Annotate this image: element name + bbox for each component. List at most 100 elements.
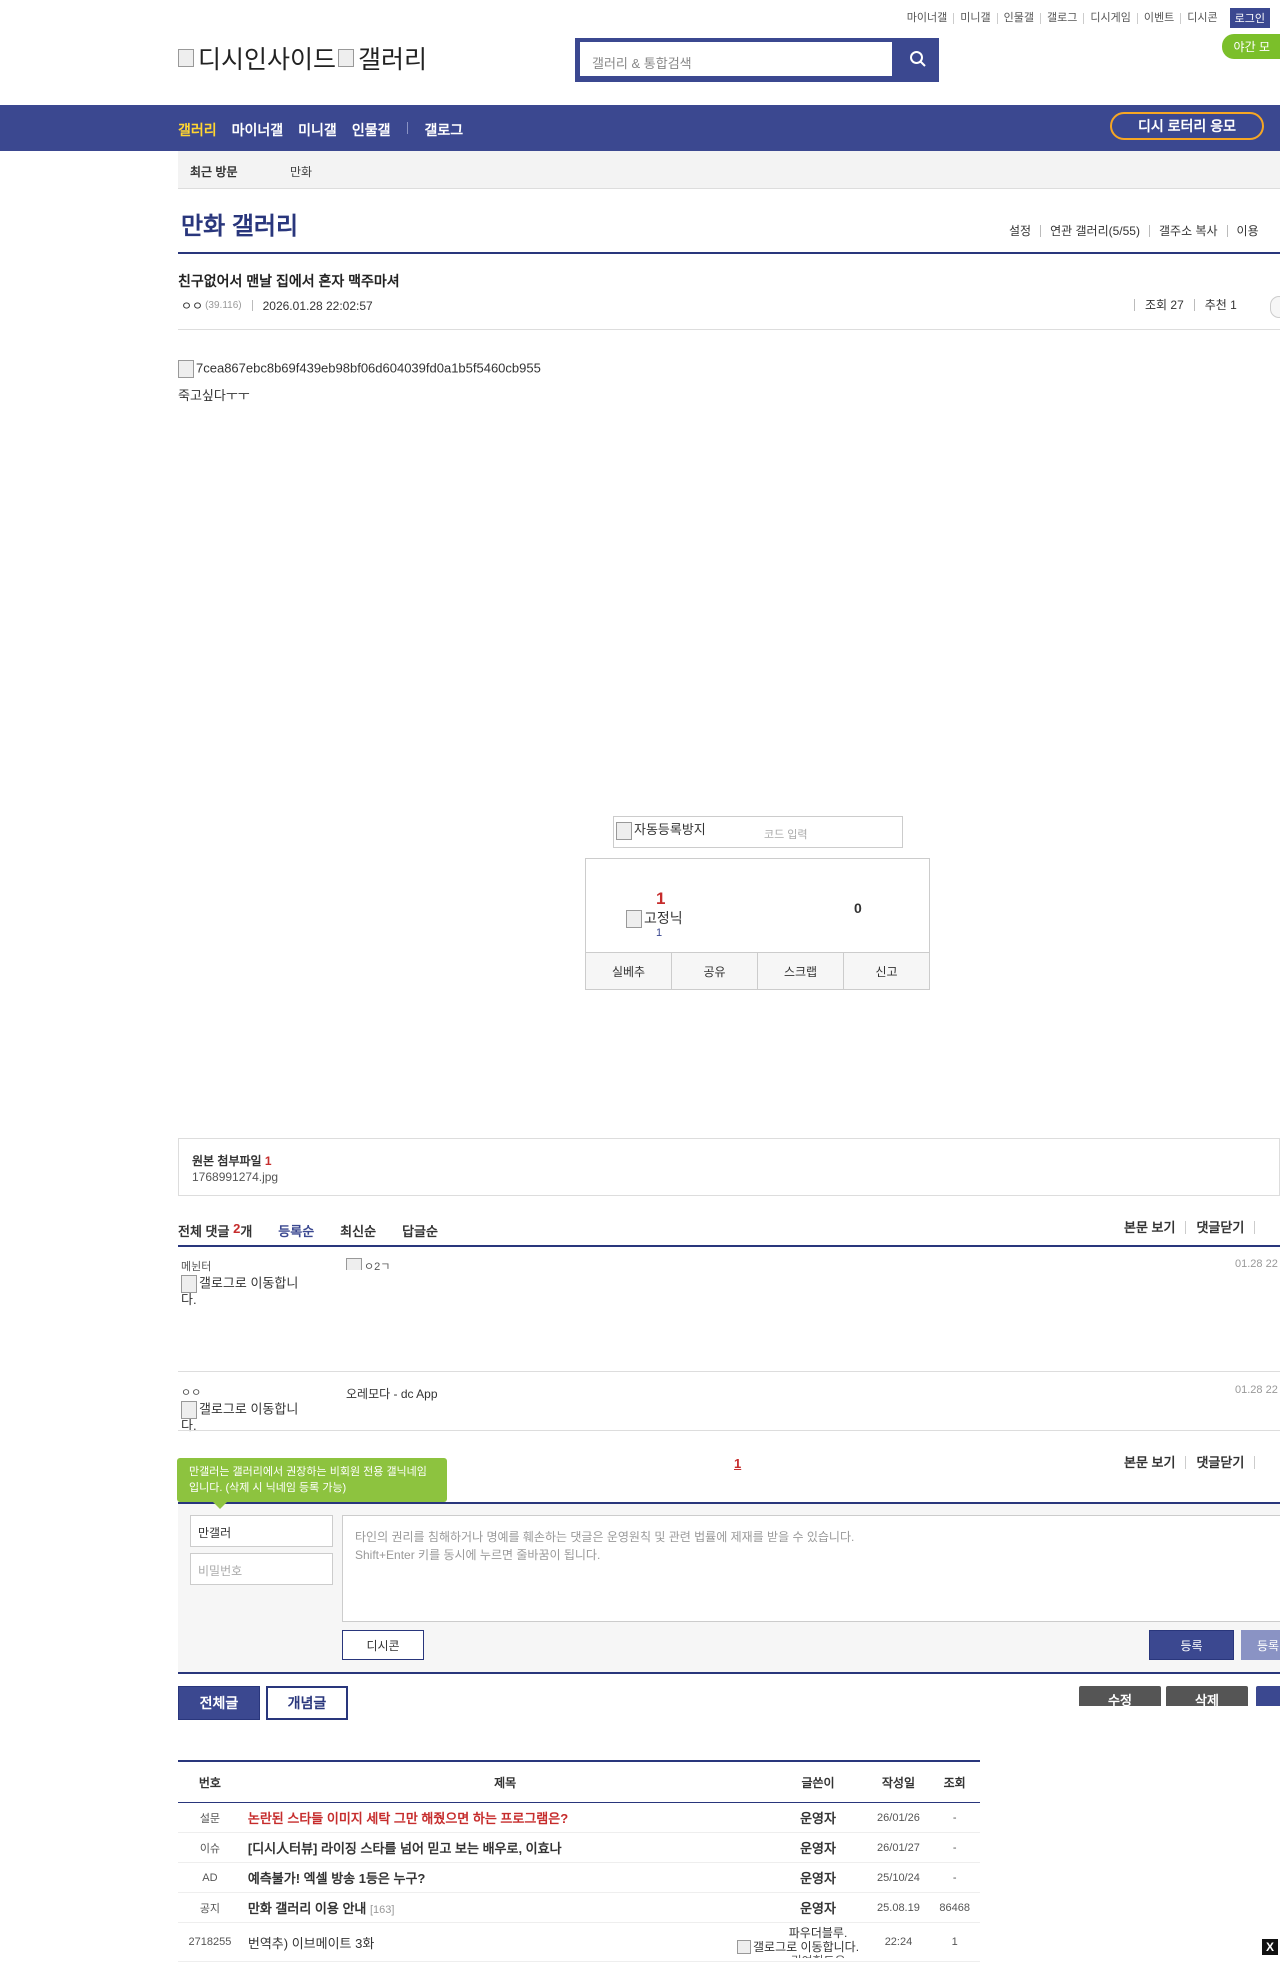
topnav-event[interactable]: 이벤트	[1136, 12, 1180, 24]
search-icon[interactable]	[909, 50, 927, 68]
topnav-dccon[interactable]: 디시콘	[1180, 12, 1223, 24]
copy-gallery-address-link[interactable]: 갤주소 복사	[1148, 225, 1227, 237]
password-input[interactable]: 비밀번호	[190, 1553, 333, 1585]
post-author-ip: (39.116)	[205, 300, 242, 311]
comment-nick[interactable]: 메뉜터	[181, 1258, 311, 1274]
row-title[interactable]: 예측불가! 엑셀 방송 1등은 누구?	[241, 1862, 769, 1893]
comment-content: 오레모다 - dc App	[346, 1387, 438, 1401]
gallery-title[interactable]: 만화 갤러리	[181, 206, 298, 241]
nav-minor-gallery[interactable]: 마이너갤	[232, 120, 284, 140]
comment-page-1[interactable]: 1	[734, 1456, 741, 1471]
submit-comment-button[interactable]: 등록	[1149, 1630, 1234, 1660]
row-writer[interactable]: 운영자	[768, 1832, 868, 1863]
recent-visit-item[interactable]: 만화	[290, 163, 312, 180]
dccon-button[interactable]: 디시콘	[342, 1630, 424, 1660]
row-writer[interactable]: 운영자	[768, 1892, 868, 1923]
edit-button[interactable]: 수정	[1079, 1686, 1161, 1706]
recent-visit-label[interactable]: 최근 방문	[190, 163, 238, 180]
scrap-button[interactable]: 스크랩	[757, 953, 843, 989]
broken-image-icon	[616, 821, 632, 840]
comment-total-unit: 개	[240, 1224, 253, 1239]
row-number: 공지	[178, 1892, 242, 1923]
row-views: -	[929, 1862, 980, 1893]
sort-replies[interactable]: 답글순	[402, 1221, 438, 1240]
row-title-cell[interactable]: 만화 갤러리 이용 안내 [163]	[241, 1892, 769, 1923]
topnav-mini[interactable]: 미니갤	[953, 12, 996, 24]
post-views: 조회 27	[1134, 299, 1194, 311]
comment-actions-divider	[1254, 1221, 1275, 1234]
close-comments-button[interactable]: 댓글닫기	[1185, 1221, 1254, 1234]
gallery-settings-link[interactable]: 설정	[1000, 225, 1040, 237]
post-image[interactable]: 7cea867ebc8b69f439eb98bf06d604039fd0a1b5…	[178, 360, 541, 378]
divider	[178, 1371, 1280, 1372]
report-button[interactable]: 신고	[843, 953, 929, 989]
nickname-input[interactable]: 만갤러	[190, 1515, 333, 1547]
row-views: -	[929, 1832, 980, 1863]
divider	[178, 329, 1280, 330]
sort-latest[interactable]: 최신순	[340, 1221, 376, 1240]
row-title[interactable]: 번역추) 이브메이트 3화	[241, 1922, 769, 1962]
lottery-button[interactable]: 디시 로터리 응모	[1110, 112, 1264, 140]
search-input[interactable]: 갤러리 & 통합검색	[580, 42, 892, 76]
usage-link[interactable]: 이용	[1226, 225, 1268, 237]
row-views: 1	[929, 1922, 980, 1962]
table-row: 설문 논란된 스타들 이미지 세탁 그만 해줬으면 하는 프로그램은? 운영자 …	[178, 1802, 980, 1833]
topnav-person[interactable]: 인물갤	[996, 12, 1040, 24]
captcha-field[interactable]: 자동등록방지 코드 입력	[613, 816, 903, 848]
close-comments-button[interactable]: 댓글닫기	[1185, 1456, 1254, 1469]
row-writer-cell[interactable]: 파우더블루. 갤로그로 이동합니다. 귀여힐도우	[737, 1922, 868, 1962]
night-mode-toggle[interactable]: 야간 모	[1221, 34, 1280, 59]
row-title[interactable]: 만화 갤러리 이용 안내	[248, 1901, 366, 1916]
main-nav: 갤러리 마이너갤 미니갤 인물갤 갤로그 디시 로터리 응모	[0, 105, 1280, 151]
submit-recommend-button[interactable]: 등록	[1241, 1630, 1280, 1660]
gallog-link[interactable]: 갤로그로 이동합니다.	[181, 1275, 311, 1306]
post-recommend-count: 추천 1	[1193, 299, 1247, 311]
comment-actions-bottom: 본문 보기 댓글닫기	[1114, 1456, 1275, 1469]
topnav-gallog[interactable]: 갤로그	[1040, 12, 1083, 24]
concept-posts-button[interactable]: 개념글	[266, 1686, 348, 1720]
nav-person-gallery[interactable]: 인물갤	[352, 120, 391, 140]
row-date: 26/01/26	[867, 1802, 930, 1833]
related-gallery-link[interactable]: 연관 갤러리(5/55)	[1040, 225, 1149, 237]
view-post-button[interactable]: 본문 보기	[1114, 1456, 1185, 1469]
upvote-count[interactable]: 1	[656, 889, 665, 909]
nav-mini-gallery[interactable]: 미니갤	[298, 120, 337, 140]
downvote-count[interactable]: 0	[854, 900, 862, 916]
login-button[interactable]: 로그인	[1229, 8, 1270, 28]
sort-registered[interactable]: 등록순	[278, 1221, 314, 1240]
col-writer: 글쓴이	[768, 1761, 868, 1803]
tooltip-arrow	[213, 1502, 227, 1509]
comment-item: 메뉜터 갤로그로 이동합니다.	[181, 1258, 311, 1306]
close-icon[interactable]: X	[1262, 1939, 1278, 1955]
post-author-nick[interactable]: ㅇㅇ	[181, 297, 203, 314]
post-body-text: 죽고싶다ㅜㅜ	[178, 388, 250, 403]
view-post-button[interactable]: 본문 보기	[1114, 1221, 1185, 1234]
delete-button[interactable]: 삭제	[1166, 1686, 1248, 1706]
textarea-placeholder-line2: Shift+Enter 키를 동시에 누르면 줄바꿈이 됩니다.	[355, 1548, 601, 1562]
comment-nick[interactable]: ㅇㅇ	[181, 1384, 311, 1400]
nav-gallery[interactable]: 갤러리	[178, 120, 217, 140]
row-title[interactable]: 논란된 스타들 이미지 세탁 그만 해줬으면 하는 프로그램은?	[241, 1802, 769, 1833]
best-recommend-button[interactable]: 실베추	[586, 953, 671, 989]
fixed-nick-count: 1	[656, 927, 663, 939]
share-button[interactable]: 공유	[671, 953, 757, 989]
topnav-game[interactable]: 디시게임	[1083, 12, 1136, 24]
gallog-link[interactable]: 갤로그로 이동합니다.	[181, 1401, 311, 1432]
broken-image-icon	[181, 1401, 197, 1419]
all-posts-button[interactable]: 전체글	[178, 1686, 260, 1720]
row-writer-nick[interactable]: 파우더블루.	[769, 1926, 866, 1940]
attachment-file-link[interactable]: 1768991274.jpg	[192, 1170, 278, 1184]
recommend-box: 1 고정닉 1 0 실베추 공유 스크랩 신고	[585, 858, 930, 990]
nav-gallog[interactable]: 갤로그	[424, 120, 463, 140]
row-title[interactable]: [디시人터뷰] 라이징 스타를 넘어 믿고 보는 배우로, 이효나	[241, 1832, 769, 1863]
row-writer[interactable]: 운영자	[768, 1802, 868, 1833]
write-button[interactable]	[1256, 1686, 1280, 1706]
search-bar: 갤러리 & 통합검색	[575, 38, 939, 82]
comment-textarea[interactable]: 타인의 권리를 침해하거나 명예를 훼손하는 댓글은 운영원칙 및 관련 법률에…	[342, 1515, 1280, 1622]
row-writer[interactable]: 운영자	[768, 1862, 868, 1893]
table-row: 공지 만화 갤러리 이용 안내 [163] 운영자 25.08.19 86468	[178, 1892, 980, 1923]
topnav-minor[interactable]: 마이너갤	[901, 12, 953, 24]
site-logo[interactable]: 디시인사이드 갤러리	[178, 40, 427, 76]
comment-shortcut-icon[interactable]	[1270, 296, 1280, 318]
col-number: 번호	[178, 1761, 242, 1803]
